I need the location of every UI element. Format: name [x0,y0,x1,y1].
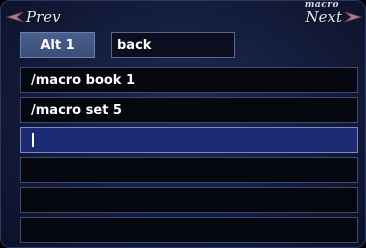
macro-line-text: /macro book 1 [31,72,136,88]
right-arrow-icon [344,11,362,23]
macro-window: macro Prev Next Alt 1 back /macro book 1… [0,0,366,248]
macro-line-6[interactable] [20,217,358,243]
next-button[interactable]: Next [305,8,362,26]
macro-line-text: /macro set 5 [31,102,122,118]
macro-set-label: Alt 1 [40,37,75,53]
macro-name-value: back [117,37,152,53]
left-arrow-icon [6,11,24,23]
text-caret [32,133,34,147]
macro-name-field[interactable]: back [111,32,235,58]
macro-set-button[interactable]: Alt 1 [20,32,95,58]
macro-line-4[interactable] [20,157,358,183]
prev-button[interactable]: Prev [6,8,61,26]
macro-line-1[interactable]: /macro book 1 [20,67,358,93]
macro-line-3[interactable] [20,127,358,153]
macro-line-5[interactable] [20,187,358,213]
macro-line-2[interactable]: /macro set 5 [20,97,358,123]
prev-label: Prev [26,8,61,26]
next-label: Next [305,8,343,26]
